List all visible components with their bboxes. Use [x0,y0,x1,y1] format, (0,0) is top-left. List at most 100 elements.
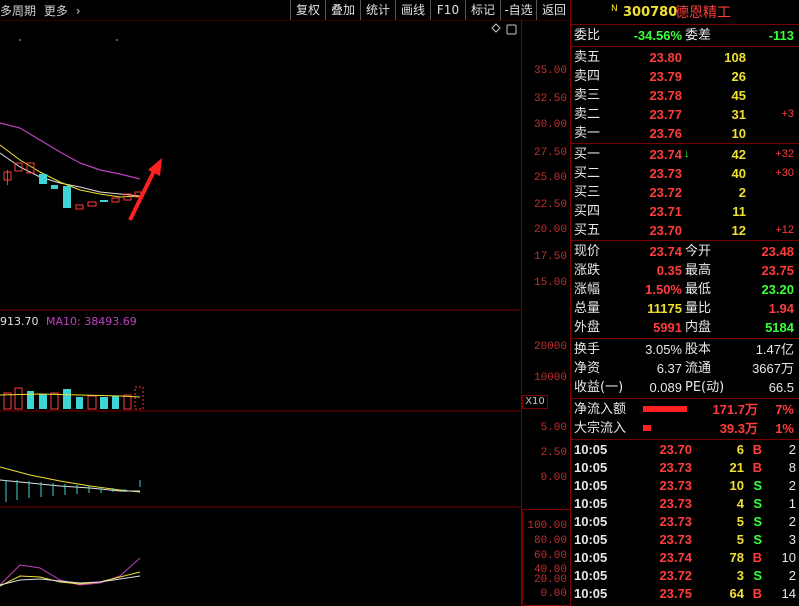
bid-level-label: 买一 [574,147,601,162]
diamond-icon[interactable] [491,23,501,33]
ask-row[interactable]: 卖一 23.76 10 [571,124,799,143]
price-tick: 32.50 [533,93,567,105]
fundamental-value: 66.5 [768,380,794,395]
tick-time: 10:05 [574,496,608,511]
price-tick: 25.00 [533,172,567,184]
weicha-label: 委差 [685,28,712,43]
marker-dot [19,39,21,41]
overlay-button[interactable]: 叠加 [325,0,360,20]
trade-tick-row[interactable]: 10:05 23.73 10 S 2 [571,477,799,495]
trade-tick-row[interactable]: 10:05 23.73 5 S 2 [571,513,799,531]
tick-side: S [753,568,762,583]
quote-label: 今开 [685,244,712,259]
net-inflow-value: 171.7万 [712,402,758,417]
tick-time: 10:05 [574,514,608,529]
remove-watchlist-button[interactable]: -自选 [500,0,536,20]
trade-tick-row[interactable]: 10:05 23.75 64 B 14 [571,585,799,603]
candle [63,186,71,208]
divider [571,240,799,241]
volume-multiplier-badge[interactable]: X10 [522,395,548,409]
fuquan-button[interactable]: 复权 [290,0,325,20]
draw-line-button[interactable]: 画线 [395,0,430,20]
fundamental-row: 换手 3.05% 股本 1.47亿 [571,340,799,359]
bid-level-label: 买四 [574,204,601,219]
bid-row[interactable]: 买三 23.72 2 [571,183,799,202]
trade-tick-row[interactable]: 10:05 23.73 21 B 8 [571,459,799,477]
divider [571,46,799,47]
bid-volume: 11 [732,204,746,219]
bid-price: 23.74 [649,147,682,162]
fundamental-value: 6.37 [656,361,682,376]
kline-chart-canvas[interactable] [0,20,521,605]
bid-row[interactable]: 买一 23.74 ↓ 42 +32 [571,145,799,164]
tick-count: 10 [781,550,796,565]
ask-row[interactable]: 卖二 23.77 31 +3 [571,105,799,124]
quote-value: 11175 [647,301,682,316]
bid-row[interactable]: 买四 23.71 11 [571,202,799,221]
volume-tick: 10000 [533,372,567,384]
tick-volume: 6 [736,442,744,457]
tick-price: 23.73 [659,514,692,529]
bid-price: 23.70 [649,223,682,238]
fundamental-row: 收益(一) 0.089 PE(动) 66.5 [571,378,799,397]
ask-row[interactable]: 卖四 23.79 26 [571,67,799,86]
bid-volume: 12 [731,223,746,238]
ask-level-label: 卖五 [574,50,601,65]
ask-volume: 31 [731,107,746,122]
mark-button[interactable]: 标记 [465,0,500,20]
trade-tick-row[interactable]: 10:05 23.73 4 S 1 [571,495,799,513]
quote-value: 23.75 [761,263,794,278]
kdj-indicator [0,557,141,587]
tick-side: B [752,586,762,601]
more-button[interactable]: 更多 › [44,4,85,18]
divider [571,439,799,440]
price-tick: 22.50 [533,199,567,211]
trade-tick-row[interactable]: 10:05 23.70 6 B 2 [571,441,799,459]
bid-change: +32 [775,148,794,160]
bid-row[interactable]: 买五 23.70 12 +12 [571,221,799,240]
trade-tick-row[interactable]: 10:05 23.74 78 B 10 [571,549,799,567]
quote-label: 内盘 [685,320,712,335]
quote-value: 23.48 [761,244,794,259]
tick-volume: 5 [736,532,744,547]
period-controls: 多周期 更多 › [0,2,89,19]
divider [571,398,799,399]
quote-row: 外盘 5991 内盘 5184 [571,318,799,337]
trade-tick-row[interactable]: 10:05 23.73 5 S 3 [571,531,799,549]
up-arrow-annotation [128,158,162,221]
quote-label: 外盘 [574,320,601,335]
candle [51,185,58,189]
bid-row[interactable]: 买二 23.73 40 +30 [571,164,799,183]
block-inflow-label: 大宗流入 [574,421,627,436]
tick-time: 10:05 [574,478,608,493]
tick-time: 10:05 [574,568,608,583]
ma-value-a: 913.70 [0,315,39,328]
tick-volume: 5 [736,514,744,529]
f10-button[interactable]: F10 [430,0,465,20]
bid-change: +30 [775,167,794,179]
ask-volume: 10 [731,126,746,141]
ask-level-label: 卖一 [574,126,601,141]
statistics-button[interactable]: 统计 [360,0,395,20]
quote-row: 现价 23.74 今开 23.48 [571,242,799,261]
trade-tick-row[interactable]: 10:05 23.72 3 S 2 [571,567,799,585]
net-inflow-row[interactable]: 净流入额 171.7万 7% [571,400,799,419]
quote-value: 5184 [765,320,794,335]
macd-tick: 0.00 [540,472,567,484]
ask-row[interactable]: 卖五 23.80 108 [571,48,799,67]
back-button[interactable]: 返回 [536,0,571,20]
tick-side: B [752,550,762,565]
quote-label: 现价 [574,244,601,259]
chart-toolbar: 多周期 更多 › 复权 叠加 统计 画线 F10 标记 -自选 返回 [0,0,570,21]
tick-volume: 21 [729,460,744,475]
block-inflow-bar [643,425,651,431]
block-inflow-row[interactable]: 大宗流入 39.3万 1% [571,419,799,438]
tick-side: S [753,532,762,547]
quote-row: 涨跌 0.35 最高 23.75 [571,261,799,280]
ask-row[interactable]: 卖三 23.78 45 [571,86,799,105]
candle [75,204,84,210]
window-icon[interactable] [506,24,517,35]
multi-period-button[interactable]: 多周期 [0,4,36,18]
price-tick: 35.00 [533,65,567,77]
tick-volume: 64 [729,586,744,601]
